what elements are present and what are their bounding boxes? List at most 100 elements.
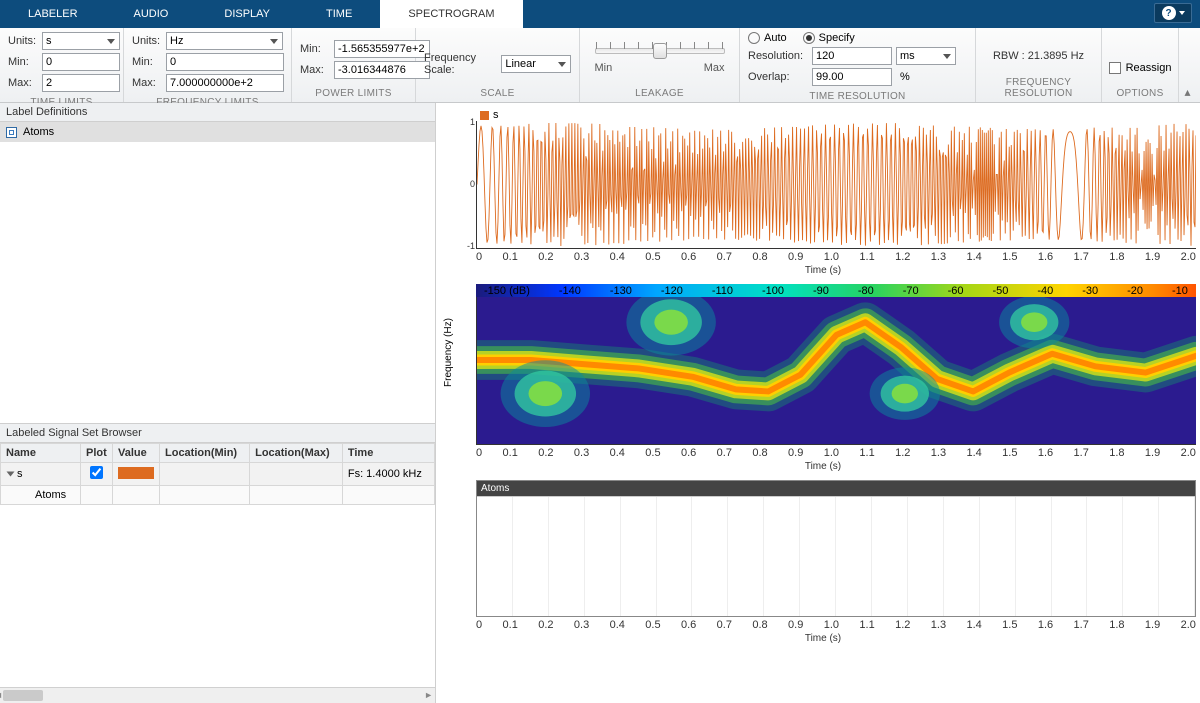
leakage-section: Min Max LEAKAGE [580,28,740,102]
panel-title: Labeled Signal Set Browser [0,424,435,443]
plot-checkbox[interactable] [90,466,103,479]
expand-icon[interactable] [7,472,15,477]
freq-resolution-section: RBW : 21.3895 Hz FREQUENCY RESOLUTION [976,28,1102,102]
max-label: Max: [8,77,38,89]
spectrogram-axes[interactable]: 0 200 400 600 [476,297,1196,445]
overlap-unit: % [900,71,910,83]
options-section: Reassign OPTIONS [1102,28,1178,102]
chevron-down-icon [1179,11,1185,15]
x-axis-label: Time (s) [450,265,1196,276]
spectrogram-svg [477,297,1196,444]
col-value[interactable]: Value [113,444,160,463]
col-name[interactable]: Name [1,444,81,463]
col-plot[interactable]: Plot [81,444,113,463]
tab-time[interactable]: TIME [298,0,380,28]
col-time[interactable]: Time [342,444,434,463]
scale-section: Frequency Scale: Linear SCALE [416,28,580,102]
time-cell: Fs: 1.4000 kHz [342,463,434,486]
min-label: Min: [300,43,330,55]
roi-icon [6,127,17,138]
col-locmax[interactable]: Location(Max) [250,444,343,463]
spectrogram-chart: -150 (dB)-140-130-120-110-100-90-80-70-6… [450,284,1196,472]
reassign-checkbox[interactable] [1109,62,1121,74]
col-locmin[interactable]: Location(Min) [160,444,250,463]
power-limits-section: Min: Max: POWER LIMITS [292,28,416,102]
slider-thumb[interactable] [653,43,667,59]
units-label: Units: [132,35,162,47]
chevron-up-icon: ▴ [1184,85,1190,102]
freq-limits-section: Units:Hz Min: Max: FREQUENCY LIMITS [124,28,292,102]
signal-set-browser-panel: Labeled Signal Set Browser Name Plot Val… [0,423,435,703]
legend-swatch [480,111,489,120]
time-min-input[interactable] [42,53,120,71]
scroll-handle[interactable] [3,690,43,701]
time-limits-section: Units:s Min: Max: TIME LIMITS [0,28,124,102]
auto-radio[interactable]: Auto [748,32,787,44]
horizontal-scrollbar[interactable]: ◄ ► [0,687,435,703]
help-button[interactable]: ? [1154,3,1192,23]
x-ticks: 00.10.20.30.40.50.60.70.80.91.01.11.21.3… [476,619,1196,631]
scale-label: Frequency Scale: [424,52,497,76]
tab-display[interactable]: DISPLAY [196,0,298,28]
waveform-axes[interactable]: 1 0 -1 [476,121,1196,249]
resolution-input[interactable] [812,47,892,65]
tab-audio[interactable]: AUDIO [106,0,197,28]
help-icon: ? [1162,6,1176,20]
scroll-right-icon[interactable]: ► [424,690,433,700]
x-ticks: 00.10.20.30.40.50.60.70.80.91.01.11.21.3… [476,447,1196,459]
section-label: FREQUENCY RESOLUTION [984,75,1093,102]
tab-spectrogram[interactable]: SPECTROGRAM [380,0,522,28]
collapse-toolstrip-button[interactable]: ▴ [1178,28,1196,102]
label-definitions-panel: Label Definitions Atoms [0,103,435,423]
section-label: SCALE [480,86,514,102]
waveform-chart: s 1 0 -1 00.10.20.30.40.50.60.70.80.91.0… [450,109,1196,276]
freq-min-input[interactable] [166,53,284,71]
resolution-label: Resolution: [748,50,808,62]
colorbar: -150 (dB)-140-130-120-110-100-90-80-70-6… [476,284,1196,297]
label-def-name: Atoms [23,126,54,138]
value-swatch [118,467,154,479]
section-label: LEAKAGE [635,86,684,102]
left-column: Label Definitions Atoms Labeled Signal S… [0,103,436,703]
toolstrip: Units:s Min: Max: TIME LIMITS Units:Hz M… [0,28,1200,103]
browser-blank [0,505,435,687]
x-axis-label: Time (s) [450,633,1196,644]
plot-area: s 1 0 -1 00.10.20.30.40.50.60.70.80.91.0… [436,103,1200,703]
overlap-input[interactable] [812,68,892,86]
min-label: Min: [132,56,162,68]
min-label: Min: [8,56,38,68]
time-units-select[interactable]: s [42,32,120,50]
atoms-header: Atoms [477,481,1195,496]
freq-scale-select[interactable]: Linear [501,55,571,73]
max-label: Max: [132,77,162,89]
panel-title: Label Definitions [0,103,435,122]
atoms-axes[interactable]: Atoms [476,480,1196,617]
atoms-chart: Atoms 00.10.20.30.40.50.60.70.80.91.01.1… [450,480,1196,644]
table-row[interactable]: Atoms [1,486,435,505]
time-max-input[interactable] [42,74,120,92]
label-def-blank [0,142,435,423]
slider-max-label: Max [704,62,725,74]
leakage-slider[interactable] [595,48,725,54]
section-label: OPTIONS [1116,86,1163,102]
tab-labeler[interactable]: LABELER [0,0,106,28]
resolution-unit-select[interactable]: ms [896,47,956,65]
main-content: Label Definitions Atoms Labeled Signal S… [0,103,1200,703]
label-def-item-atoms[interactable]: Atoms [0,122,435,142]
signal-table: Name Plot Value Location(Min) Location(M… [0,443,435,505]
x-ticks: 00.10.20.30.40.50.60.70.80.91.01.11.21.3… [476,251,1196,263]
table-row[interactable]: s Fs: 1.4000 kHz [1,463,435,486]
specify-radio[interactable]: Specify [803,32,855,44]
main-tabstrip: LABELER AUDIO DISPLAY TIME SPECTROGRAM ? [0,0,1200,28]
freq-units-select[interactable]: Hz [166,32,283,50]
time-resolution-section: Auto Specify Resolution:ms Overlap:% TIM… [740,28,976,102]
table-header-row: Name Plot Value Location(Min) Location(M… [1,444,435,463]
units-label: Units: [8,35,38,47]
slider-min-label: Min [595,62,613,74]
freq-max-input[interactable] [166,74,284,92]
reassign-label: Reassign [1126,62,1172,74]
legend-label: s [493,109,499,121]
y-axis-label: Frequency (Hz) [443,318,454,387]
overlap-label: Overlap: [748,71,808,83]
x-axis-label: Time (s) [450,461,1196,472]
